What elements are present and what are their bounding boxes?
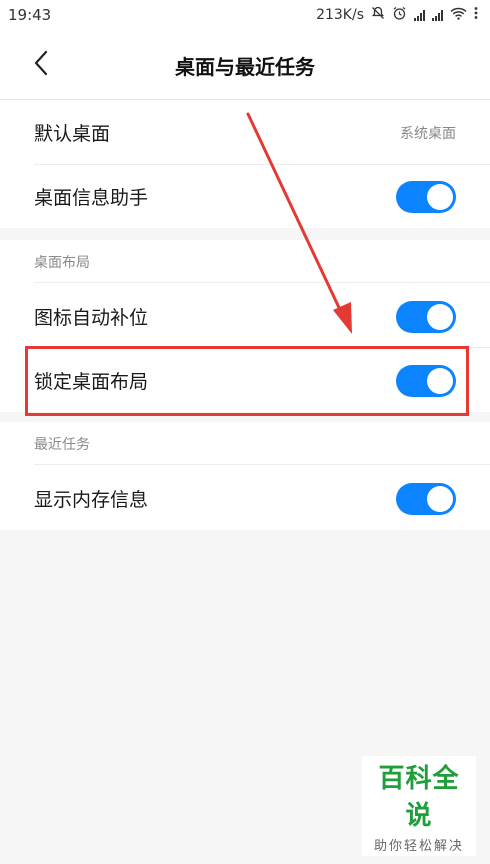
toggle-knob — [427, 367, 453, 394]
status-icons: 213K/s — [316, 6, 478, 25]
watermark: 百科全说 助你轻松解决 — [362, 756, 476, 856]
show-memory-toggle[interactable] — [396, 482, 456, 515]
recents-section-header: 最近任务 — [34, 437, 90, 453]
show-memory-row: 显示内存信息 — [0, 466, 490, 531]
layout-section: 桌面布局 图标自动补位 锁定桌面布局 — [0, 240, 490, 412]
lock-layout-label: 锁定桌面布局 — [34, 371, 149, 393]
auto-fill-label: 图标自动补位 — [34, 307, 149, 329]
status-time: 19:43 — [8, 6, 52, 24]
top-bar: 桌面与最近任务 — [0, 30, 490, 100]
show-memory-label: 显示内存信息 — [34, 489, 149, 511]
toggle-knob — [427, 303, 453, 330]
lock-layout-row: 锁定桌面布局 — [0, 348, 490, 413]
toggle-knob — [427, 485, 453, 512]
default-launcher-value: 系统桌面 — [400, 125, 456, 142]
mute-icon — [371, 6, 385, 24]
alarm-icon — [392, 6, 407, 25]
signal-icon — [414, 9, 425, 21]
info-assistant-row: 桌面信息助手 — [0, 164, 490, 229]
default-launcher-label: 默认桌面 — [34, 123, 111, 145]
divider — [34, 464, 490, 465]
chevron-left-icon — [33, 50, 49, 80]
dots-icon — [474, 6, 478, 24]
auto-fill-toggle[interactable] — [396, 300, 456, 333]
layout-section-header: 桌面布局 — [34, 255, 90, 271]
default-launcher-row[interactable]: 默认桌面 系统桌面 — [0, 100, 490, 165]
back-button[interactable] — [26, 50, 56, 80]
wifi-icon — [450, 7, 467, 24]
auto-fill-row: 图标自动补位 — [0, 284, 490, 349]
toggle-knob — [427, 183, 453, 210]
network-speed: 213K/s — [316, 7, 364, 23]
watermark-title: 百科全说 — [362, 756, 476, 834]
watermark-subtitle: 助你轻松解决 — [362, 834, 476, 856]
lock-layout-toggle[interactable] — [396, 364, 456, 397]
info-assistant-label: 桌面信息助手 — [34, 187, 149, 209]
launcher-section: 默认桌面 系统桌面 桌面信息助手 — [0, 100, 490, 228]
recents-section: 最近任务 显示内存信息 — [0, 422, 490, 530]
page-title: 桌面与最近任务 — [175, 54, 315, 79]
signal-icon-2 — [432, 9, 443, 21]
divider — [34, 282, 490, 283]
info-assistant-toggle[interactable] — [396, 180, 456, 213]
status-bar: 19:43 213K/s — [0, 0, 490, 30]
